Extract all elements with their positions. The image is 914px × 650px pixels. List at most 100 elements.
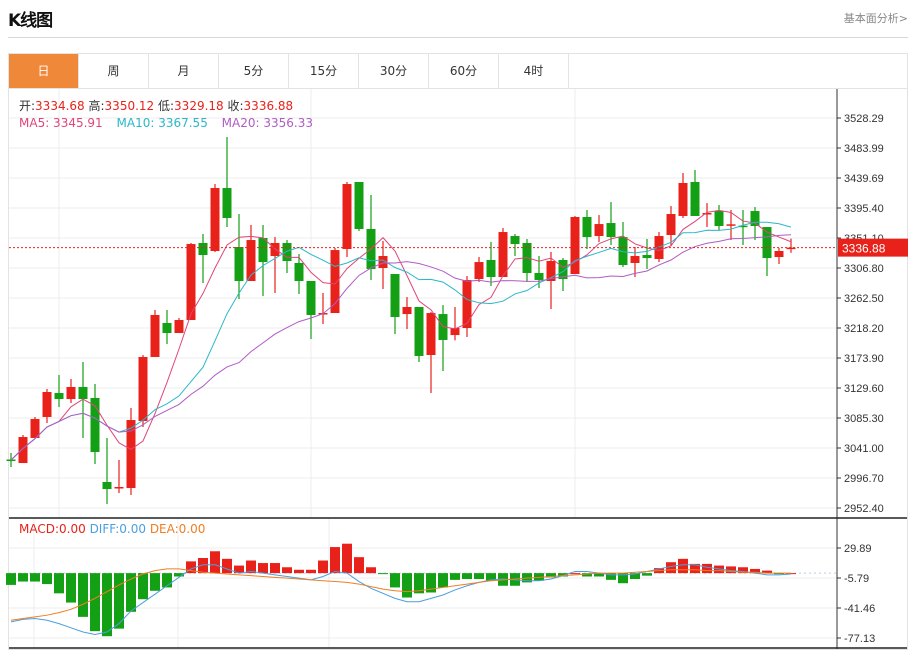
candle-body [258,237,268,263]
macd-bar [150,573,160,591]
close-label: 收: [227,99,244,113]
y-tick-label: 2996.70 [844,473,884,485]
diff-value: DIFF:0.00 [89,522,146,536]
y-tick-label: 2952.40 [844,503,884,515]
candle-body [342,184,352,250]
candle-body [114,487,124,489]
ma10-value: MA10: 3367.55 [116,116,208,130]
macd-bar [354,557,364,574]
macd-info: MACD:0.00 DIFF:0.00 DEA:0.00 [19,522,205,536]
candle [234,214,244,300]
macd-tick-label: -5.79 [844,573,869,585]
current-price-label: 3336.88 [842,242,886,256]
macd-tick-label: -41.46 [844,603,875,615]
macd-bar [702,563,712,574]
macd-value: MACD:0.00 [19,522,86,536]
candle-body [18,437,28,464]
macd-bar [222,558,232,574]
macd-bar [666,562,676,574]
candle-body [462,279,472,328]
macd-bar [90,573,100,632]
macd-bar [318,560,328,574]
macd-bar [18,573,28,582]
candle [618,222,628,268]
macd-bar [330,547,340,574]
candle [210,184,220,253]
candle-body [150,314,160,357]
macd-bar [378,573,388,575]
candle-body [198,243,208,255]
candle-body [426,313,436,356]
candle-body [510,236,520,245]
macd-bar [642,573,652,576]
candle-body [714,211,724,227]
macd-tick-label: 29.89 [844,543,872,555]
ma5-value: MA5: 3345.91 [19,116,103,130]
y-tick-label: 3041.00 [844,443,884,455]
candle [498,228,508,278]
candle [66,378,76,404]
macd-bar [102,573,112,637]
macd-bar [462,573,472,580]
candle-body [678,183,688,216]
candle [438,305,448,371]
candle [162,309,172,345]
candle [390,274,400,335]
macd-bar [282,567,292,574]
candle-body [54,393,64,400]
candle [6,453,16,468]
candle-body [210,188,220,251]
close-value: 3336.88 [243,99,294,113]
y-tick-label: 3129.60 [844,383,884,395]
candle-body [690,181,700,216]
macd-bar [450,573,460,580]
candle [714,205,724,231]
macd-bar [570,573,580,575]
y-tick-label: 3306.80 [844,263,884,275]
candle-body [642,254,652,259]
candle-body [174,320,184,334]
macd-tick-label: -77.13 [844,633,875,645]
candle-body [414,307,424,357]
macd-bar [78,573,88,617]
candle-body [126,420,136,489]
candle-body [222,188,232,219]
macd-bar [138,573,148,600]
candle-body [534,273,544,280]
candle [54,374,64,408]
candle-body [138,356,148,421]
ohlc-info: 开:3334.68 高:3350.12 低:3329.18 收:3336.88 [19,97,293,114]
candle-body [270,243,280,257]
high-value: 3350.12 [104,99,155,113]
candle-body [666,214,676,236]
macd-bar [294,569,304,574]
y-tick-label: 3218.20 [844,323,884,335]
candle-body [282,243,292,262]
candle [678,173,688,219]
y-tick-label: 3085.30 [844,413,884,425]
candle-body [102,481,112,490]
candle [342,181,352,258]
y-tick-label: 3262.50 [844,293,884,305]
candle-body [474,262,484,280]
macd-bar [438,573,448,588]
candle-body [354,181,364,229]
ma20-value: MA20: 3356.33 [221,116,313,130]
candle-body [294,262,304,281]
candle [762,227,772,276]
candle [114,459,124,494]
y-tick-label: 3395.40 [844,203,884,215]
candle-body [486,260,496,278]
candle-body [78,386,88,400]
macd-bar [306,569,316,574]
candle [462,275,472,338]
macd-bar [66,573,76,603]
y-tick-label: 3439.69 [844,173,884,185]
candle-body [630,256,640,263]
candle [474,257,484,283]
high-label: 高: [88,99,105,113]
candle-body [498,232,508,278]
low-value: 3329.18 [174,99,224,113]
candle [258,224,268,297]
candle [522,239,532,283]
